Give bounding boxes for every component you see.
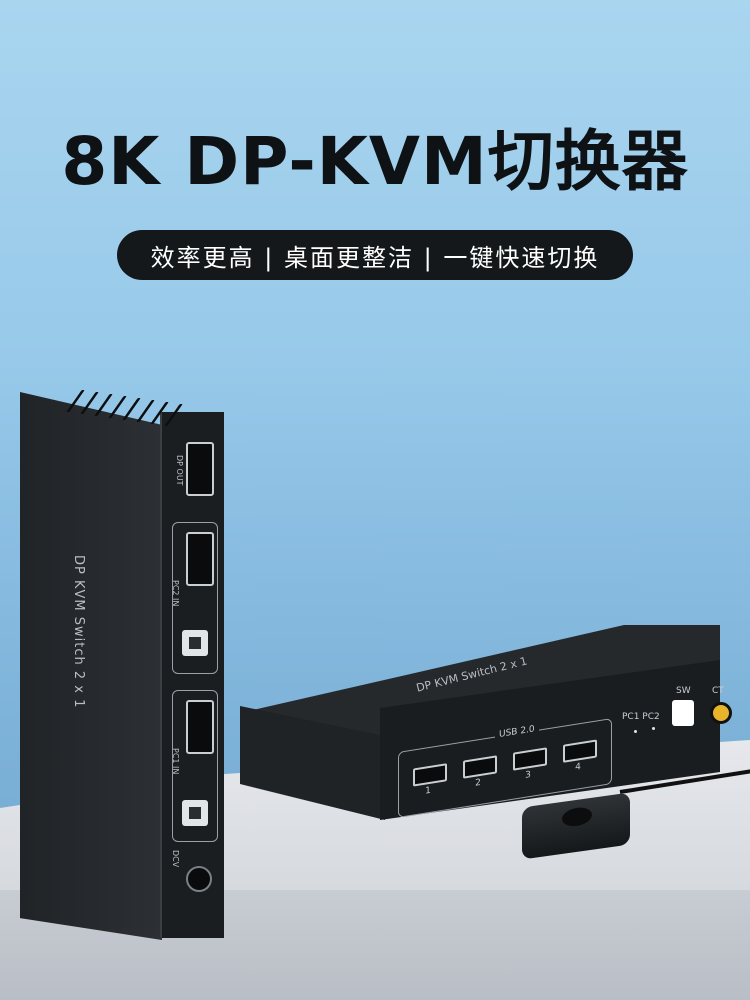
pc2-usb-b-port[interactable]	[182, 630, 208, 656]
pc2-in-label: PC2 IN	[171, 580, 180, 607]
switch-button[interactable]	[672, 700, 694, 726]
dc-power-jack[interactable]	[186, 866, 212, 892]
pc1-usb-b-port[interactable]	[182, 800, 208, 826]
dp-out-label: DP OUT	[175, 455, 184, 486]
ct-label: CT	[712, 686, 724, 696]
dc-label: DCV	[171, 850, 180, 868]
vertical-device-vents	[64, 384, 184, 426]
vertical-device-label: DP KVM Switch 2 x 1	[71, 555, 86, 709]
sw-label: SW	[676, 686, 691, 696]
headline: 8K DP-KVM切换器	[61, 123, 689, 200]
usb-port-number: 3	[525, 769, 531, 781]
usb-port-number: 4	[575, 761, 581, 773]
pc1-led	[634, 730, 637, 733]
pc1-in-label: PC1 IN	[171, 748, 180, 775]
pc-led-label: PC1 PC2	[622, 712, 660, 722]
vertical-device-side	[20, 392, 162, 940]
pc2-dp-port[interactable]	[186, 532, 214, 586]
pc1-dp-port[interactable]	[186, 700, 214, 754]
tagline-pill: 效率更高 | 桌面更整洁 | 一键快速切换	[117, 230, 633, 280]
dp-out-port[interactable]	[186, 442, 214, 496]
remote-button[interactable]	[562, 805, 592, 828]
ct-jack[interactable]	[710, 702, 732, 724]
pc2-led	[652, 727, 655, 730]
usb-port-number: 2	[475, 777, 481, 789]
usb-port-number: 1	[425, 785, 431, 797]
